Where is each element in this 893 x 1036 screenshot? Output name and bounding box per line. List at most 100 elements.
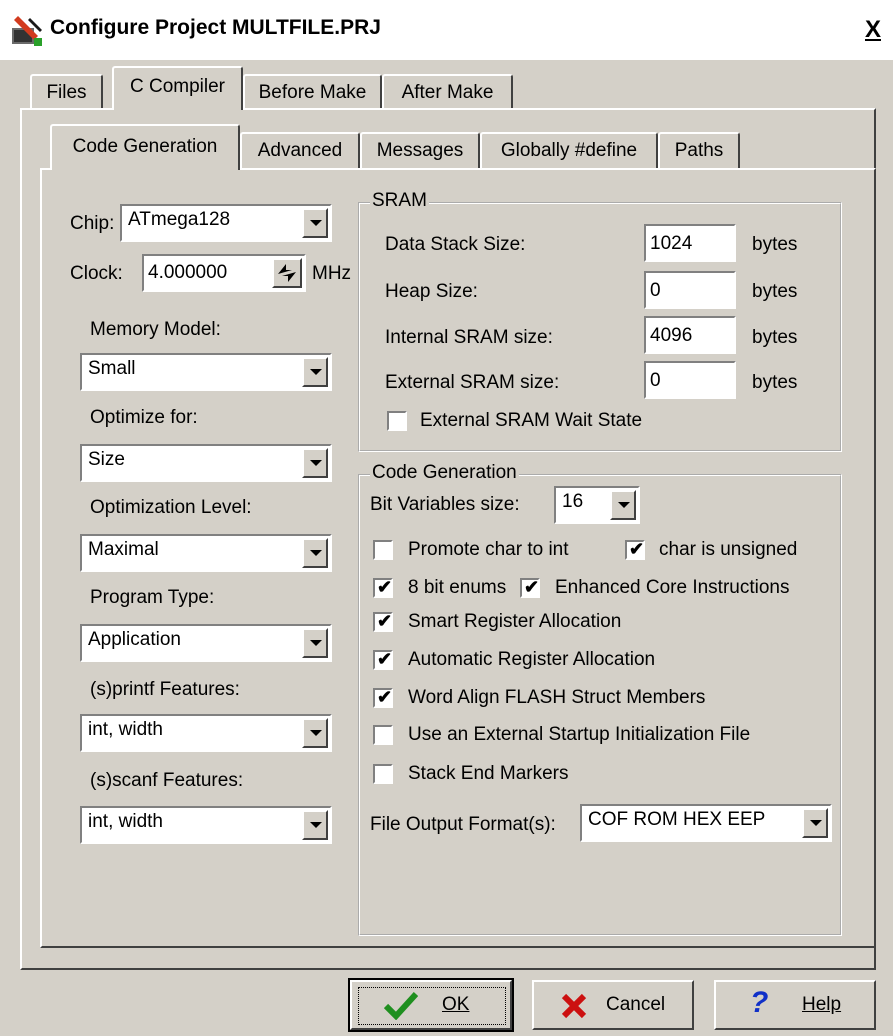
clock-label: Clock: (70, 263, 123, 284)
tab-label: Advanced (257, 140, 343, 161)
output-format-label: File Output Format(s): (370, 814, 556, 835)
tab-paths[interactable]: Paths (658, 132, 740, 168)
sram-title: SRAM (370, 190, 429, 212)
clock-unit: MHz (312, 263, 352, 284)
scanf-value: int, width (88, 811, 163, 832)
wait-state-checkbox[interactable] (387, 411, 407, 431)
check-icon: ✔ (377, 687, 393, 707)
memory-model-value: Small (88, 358, 136, 379)
bitvar-label: Bit Variables size: (370, 494, 520, 515)
program-type-label: Program Type: (90, 587, 215, 608)
app-icon (10, 14, 46, 48)
tab-label: C Compiler (129, 76, 226, 97)
data-stack-value: 1024 (650, 233, 693, 254)
scanf-select[interactable]: int, width (80, 806, 332, 844)
spin-arrows-icon (278, 264, 296, 282)
tab-files[interactable]: Files (30, 74, 103, 108)
memory-model-select[interactable]: Small (80, 353, 332, 391)
bitvar-select[interactable]: 16 (554, 486, 640, 524)
check-icon: ✔ (377, 649, 393, 669)
chip-label: Chip: (70, 213, 115, 234)
program-type-select[interactable]: Application (80, 624, 332, 662)
cancel-label: Cancel (606, 994, 666, 1015)
bitvar-value: 16 (562, 491, 584, 512)
codegen-title: Code Generation (370, 462, 519, 484)
heap-label: Heap Size: (385, 281, 478, 302)
tab-label: Files (46, 82, 87, 103)
tab-label: Messages (376, 140, 464, 161)
tab-messages[interactable]: Messages (360, 132, 480, 168)
startup-checkbox[interactable] (373, 725, 393, 745)
heap-unit: bytes (752, 281, 798, 302)
program-type-value: Application (88, 629, 181, 650)
word-align-checkbox[interactable]: ✔ (373, 687, 393, 708)
internal-sram-value: 4096 (650, 325, 693, 346)
internal-sram-input[interactable]: 4096 (644, 316, 736, 354)
ok-button[interactable]: OK (348, 978, 514, 1032)
tab-label: Before Make (258, 82, 367, 103)
enums-checkbox[interactable]: ✔ (373, 577, 393, 598)
data-stack-label: Data Stack Size: (385, 234, 526, 255)
wait-state-label: External SRAM Wait State (420, 410, 643, 431)
question-icon: ? (750, 986, 769, 1019)
tab-c-compiler[interactable]: C Compiler (112, 66, 243, 110)
chevron-down-icon[interactable] (302, 448, 328, 478)
tab-globally-define[interactable]: Globally #define (480, 132, 658, 168)
title-bar: Configure Project MULTFILE.PRJ X (0, 0, 893, 60)
chip-select[interactable]: ATmega128 (120, 204, 332, 242)
check-icon: ✔ (377, 577, 393, 597)
printf-select[interactable]: int, width (80, 714, 332, 752)
cancel-button[interactable]: Cancel (532, 980, 694, 1030)
chevron-down-icon[interactable] (302, 628, 328, 658)
chevron-down-icon[interactable] (302, 538, 328, 568)
enums-label: 8 bit enums (408, 577, 507, 598)
help-button[interactable]: ? Help (714, 980, 876, 1030)
check-icon: ✔ (524, 577, 540, 597)
opt-level-value: Maximal (88, 539, 159, 560)
auto-checkbox[interactable]: ✔ (373, 649, 393, 670)
tab-after-make[interactable]: After Make (382, 74, 513, 108)
heap-input[interactable]: 0 (644, 271, 736, 309)
internal-sram-label: Internal SRAM size: (385, 327, 553, 348)
printf-label: (s)printf Features: (90, 679, 240, 700)
opt-level-label: Optimization Level: (90, 497, 252, 518)
close-button[interactable]: X (860, 18, 886, 44)
optimize-select[interactable]: Size (80, 444, 332, 482)
stack-end-checkbox[interactable] (373, 764, 393, 784)
unsigned-label: char is unsigned (659, 539, 798, 560)
x-icon (561, 993, 587, 1019)
stack-end-label: Stack End Markers (408, 763, 569, 784)
chevron-down-icon[interactable] (302, 718, 328, 748)
tab-label: Code Generation (72, 136, 218, 157)
unsigned-checkbox[interactable]: ✔ (625, 539, 645, 560)
external-sram-value: 0 (650, 370, 661, 391)
printf-value: int, width (88, 719, 163, 740)
tab-code-generation[interactable]: Code Generation (50, 124, 240, 170)
smart-label: Smart Register Allocation (408, 611, 622, 632)
auto-label: Automatic Register Allocation (408, 649, 656, 670)
clock-value: 4.000000 (148, 262, 228, 283)
enhanced-checkbox[interactable]: ✔ (520, 577, 540, 598)
external-sram-unit: bytes (752, 372, 798, 393)
heap-value: 0 (650, 280, 661, 301)
scanf-label: (s)scanf Features: (90, 770, 244, 791)
tab-advanced[interactable]: Advanced (240, 132, 360, 168)
promote-checkbox[interactable] (373, 540, 393, 560)
word-align-label: Word Align FLASH Struct Members (408, 687, 706, 708)
tab-label: After Make (401, 82, 494, 103)
tab-before-make[interactable]: Before Make (243, 74, 382, 108)
opt-level-select[interactable]: Maximal (80, 534, 332, 572)
chevron-down-icon[interactable] (302, 810, 328, 840)
external-sram-input[interactable]: 0 (644, 361, 736, 399)
external-sram-label: External SRAM size: (385, 372, 560, 393)
data-stack-input[interactable]: 1024 (644, 224, 736, 262)
output-format-select[interactable]: COF ROM HEX EEP (580, 804, 832, 842)
chevron-down-icon[interactable] (802, 808, 828, 838)
chevron-down-icon[interactable] (302, 208, 328, 238)
memory-model-label: Memory Model: (90, 319, 221, 340)
clock-spinner[interactable] (272, 258, 302, 288)
chevron-down-icon[interactable] (610, 490, 636, 520)
check-icon: ✔ (377, 611, 393, 631)
chevron-down-icon[interactable] (302, 357, 328, 387)
smart-checkbox[interactable]: ✔ (373, 611, 393, 632)
